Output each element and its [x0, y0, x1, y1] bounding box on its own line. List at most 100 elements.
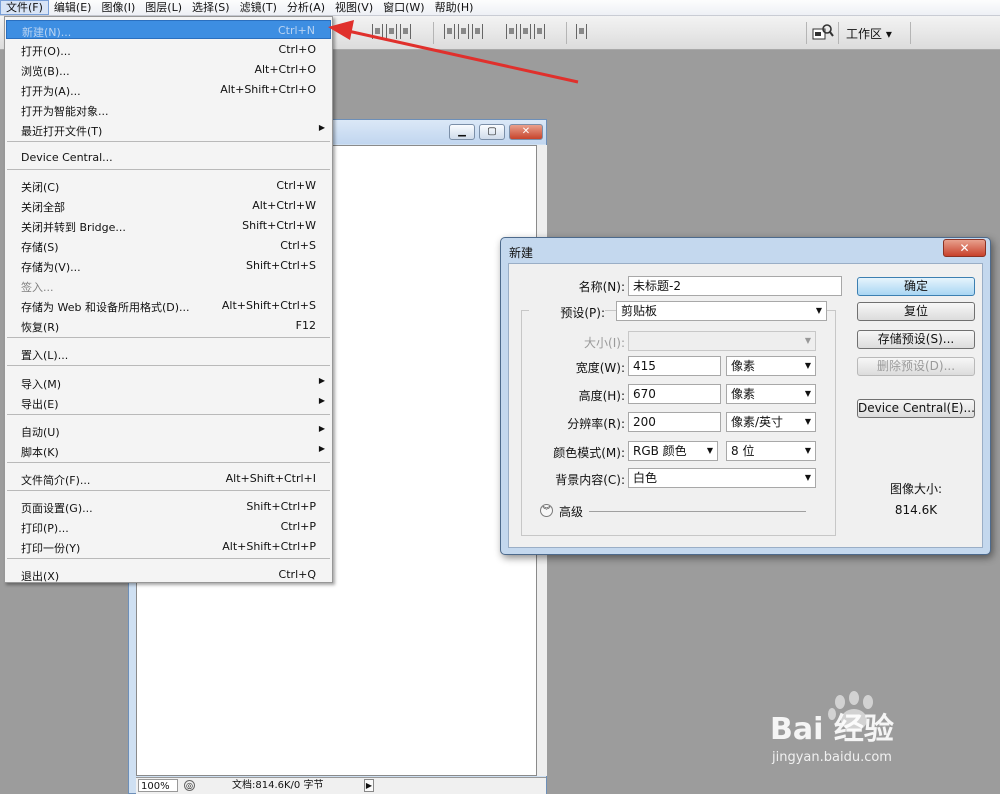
menu-divider — [7, 490, 330, 491]
advanced-divider — [589, 511, 806, 512]
background-label: 背景内容(C): — [555, 473, 625, 487]
width-unit-select[interactable]: 像素 ▼ — [726, 356, 816, 376]
dialog-body: 名称(N): 未标题-2 预设(P): 剪贴板 ▼ 大小(I): ▼ 宽度(W):… — [508, 263, 983, 548]
zoom-field[interactable]: 100% — [138, 779, 178, 792]
size-label: 大小(I): — [584, 336, 625, 350]
dialog-title: 新建 — [509, 246, 534, 260]
color-mode-label: 颜色模式(M): — [553, 446, 625, 460]
toolbar-divider — [910, 22, 911, 44]
minimize-button[interactable]: ▁ — [449, 124, 475, 140]
resolution-label: 分辨率(R): — [567, 417, 625, 431]
menu-item-close[interactable]: 关闭(C) Ctrl+W — [6, 176, 331, 195]
width-field[interactable]: 415 — [628, 356, 721, 376]
size-select[interactable]: ▼ — [628, 331, 816, 351]
image-size-label: 图像大小: — [889, 482, 943, 496]
chevron-down-icon: ▼ — [815, 306, 822, 315]
advanced-label[interactable]: 高级 — [559, 503, 583, 520]
submenu-arrow-icon: ▶ — [318, 424, 325, 433]
watermark-brand: Bai 经验 — [770, 712, 894, 747]
menu-item-close-go-bridge[interactable]: 关闭并转到 Bridge... Shift+Ctrl+W — [6, 216, 331, 235]
menu-item-open[interactable]: 打开(O)... Ctrl+O — [6, 40, 331, 59]
bit-depth-select[interactable]: 8 位 ▼ — [726, 441, 816, 461]
menu-view[interactable]: 视图(V) — [330, 0, 378, 15]
resolution-unit-value: 像素/英寸 — [731, 415, 784, 429]
menu-item-scripts[interactable]: 脚本(K) ▶ — [6, 441, 331, 460]
bit-depth-value: 8 位 — [731, 444, 755, 458]
menu-help[interactable]: 帮助(H) — [430, 0, 479, 15]
background-select[interactable]: 白色 ▼ — [628, 468, 816, 488]
menu-item-open-as[interactable]: 打开为(A)... Alt+Shift+Ctrl+O — [6, 80, 331, 99]
chevron-down-icon: ▼ — [804, 361, 811, 370]
resolution-unit-select[interactable]: 像素/英寸 ▼ — [726, 412, 816, 432]
new-document-dialog: 新建 ✕ 名称(N): 未标题-2 预设(P): 剪贴板 ▼ 大小(I): ▼ 宽… — [500, 237, 991, 555]
menu-item-check-in[interactable]: 签入... — [6, 276, 331, 295]
maximize-button[interactable]: ▢ — [479, 124, 505, 140]
menu-edit[interactable]: 编辑(E) — [49, 0, 97, 15]
status-menu-arrow-icon[interactable]: ▶ — [364, 779, 374, 792]
menu-item-automate[interactable]: 自动(U) ▶ — [6, 421, 331, 440]
chevron-expand-icon[interactable]: ︾ — [540, 504, 553, 517]
menu-image[interactable]: 图像(I) — [96, 0, 140, 15]
workspace-button[interactable]: 工作区 ▾ — [846, 25, 892, 42]
menu-analysis[interactable]: 分析(A) — [282, 0, 330, 15]
preset-value: 剪贴板 — [621, 304, 658, 318]
menu-divider — [7, 462, 330, 463]
menu-item-place[interactable]: 置入(L)... — [6, 344, 331, 363]
close-button[interactable]: ✕ — [509, 124, 543, 140]
menu-item-page-setup[interactable]: 页面设置(G)... Shift+Ctrl+P — [6, 497, 331, 516]
name-field[interactable]: 未标题-2 — [628, 276, 842, 296]
menu-item-browse[interactable]: 浏览(B)... Alt+Ctrl+O — [6, 60, 331, 79]
height-unit-select[interactable]: 像素 ▼ — [726, 384, 816, 404]
background-value: 白色 — [633, 471, 658, 485]
submenu-arrow-icon: ▶ — [318, 444, 325, 453]
color-mode-select[interactable]: RGB 颜色 ▼ — [628, 441, 718, 461]
menu-item-close-all[interactable]: 关闭全部 Alt+Ctrl+W — [6, 196, 331, 215]
ok-button[interactable]: 确定 — [857, 277, 975, 296]
menu-item-save-for-web[interactable]: 存储为 Web 和设备所用格式(D)... Alt+Shift+Ctrl+S — [6, 296, 331, 315]
menu-item-save[interactable]: 存储(S) Ctrl+S — [6, 236, 331, 255]
menu-item-recent-files[interactable]: 最近打开文件(T) ▶ — [6, 120, 331, 139]
resolution-field[interactable]: 200 — [628, 412, 721, 432]
toolbar-divider — [838, 22, 839, 44]
image-size-value: 814.6K — [894, 503, 938, 517]
submenu-arrow-icon: ▶ — [318, 376, 325, 385]
device-central-button[interactable]: Device Central(E)... — [857, 399, 975, 418]
height-field[interactable]: 670 — [628, 384, 721, 404]
status-info-icon[interactable]: ◎ — [184, 780, 195, 791]
delete-preset-button[interactable]: 删除预设(D)... — [857, 357, 975, 376]
menu-item-revert[interactable]: 恢复(R) F12 — [6, 316, 331, 335]
menu-item-import[interactable]: 导入(M) ▶ — [6, 373, 331, 392]
menu-divider — [7, 337, 330, 338]
height-unit-value: 像素 — [731, 387, 756, 401]
menu-divider — [7, 558, 330, 559]
menu-item-save-as[interactable]: 存储为(V)... Shift+Ctrl+S — [6, 256, 331, 275]
menu-file[interactable]: 文件(F) — [0, 0, 49, 15]
menu-item-open-as-smart-object[interactable]: 打开为智能对象... — [6, 100, 331, 119]
menu-item-print[interactable]: 打印(P)... Ctrl+P — [6, 517, 331, 536]
submenu-arrow-icon: ▶ — [318, 123, 325, 132]
menu-window[interactable]: 窗口(W) — [378, 0, 429, 15]
width-label: 宽度(W): — [575, 361, 625, 375]
submenu-arrow-icon: ▶ — [318, 396, 325, 405]
dialog-close-button[interactable]: ✕ — [943, 239, 986, 257]
document-info: 文档:814.6K/0 字节 — [232, 780, 324, 791]
name-label: 名称(N): — [578, 280, 625, 294]
menu-item-exit[interactable]: 退出(X) Ctrl+Q — [6, 565, 331, 584]
toolbar-divider — [806, 22, 807, 44]
menu-item-device-central[interactable]: Device Central... — [6, 148, 331, 167]
bridge-icon[interactable] — [812, 23, 834, 41]
reset-button[interactable]: 复位 — [857, 302, 975, 321]
menu-bar: 文件(F) 编辑(E) 图像(I) 图层(L) 选择(S) 滤镜(T) 分析(A… — [0, 0, 1000, 16]
menu-layer[interactable]: 图层(L) — [140, 0, 187, 15]
menu-item-print-one-copy[interactable]: 打印一份(Y) Alt+Shift+Ctrl+P — [6, 537, 331, 556]
document-status-bar: 100% ◎ 文档:814.6K/0 字节 ▶ — [136, 777, 546, 794]
file-menu-dropdown: 新建(N)... Ctrl+N 打开(O)... Ctrl+O 浏览(B)... Al… — [4, 16, 333, 583]
menu-filter[interactable]: 滤镜(T) — [235, 0, 282, 15]
menu-item-file-info[interactable]: 文件简介(F)... Alt+Shift+Ctrl+I — [6, 469, 331, 488]
menu-item-export[interactable]: 导出(E) ▶ — [6, 393, 331, 412]
menu-select[interactable]: 选择(S) — [187, 0, 235, 15]
save-preset-button[interactable]: 存储预设(S)... — [857, 330, 975, 349]
watermark-url: jingyan.baidu.com — [772, 750, 892, 765]
preset-select[interactable]: 剪贴板 ▼ — [616, 301, 827, 321]
menu-item-new[interactable]: 新建(N)... Ctrl+N — [6, 20, 331, 39]
